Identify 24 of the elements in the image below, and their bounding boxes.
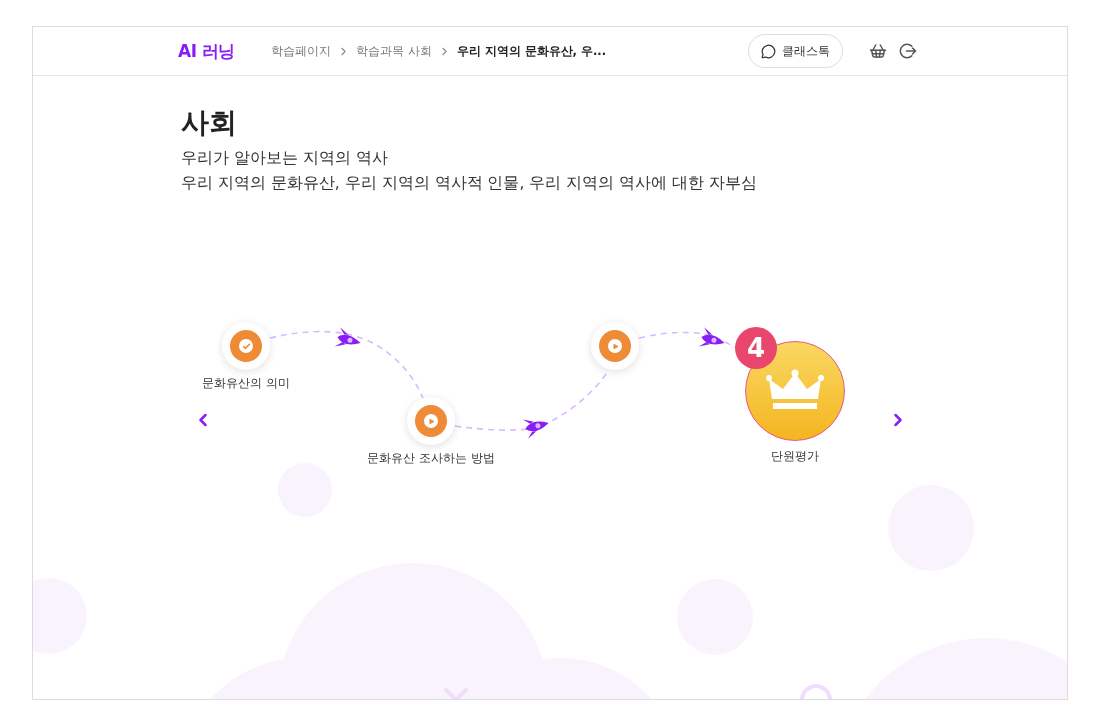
basket-button[interactable]: [869, 42, 887, 60]
play-icon: [424, 414, 438, 428]
class-talk-button[interactable]: 클래스톡: [748, 34, 843, 68]
logo[interactable]: AI 러닝: [178, 39, 235, 63]
rocket-icon: [698, 327, 725, 347]
breadcrumb-link[interactable]: 우리 지역의 문화유산, 우...: [456, 43, 607, 59]
play-icon: [608, 339, 622, 353]
lesson-label: 단원평가: [771, 449, 819, 464]
unit-description: 우리 지역의 문화유산, 우리 지역의 역사적 인물, 우리 지역의 역사에 대한 자부심: [181, 173, 759, 194]
rocket-icon: [522, 419, 549, 439]
step-number-badge: 4: [735, 327, 777, 369]
breadcrumb-link[interactable]: 학습페이지: [270, 43, 331, 59]
chat-bubble-icon: [761, 43, 776, 59]
check-icon: [239, 339, 253, 353]
lesson-node[interactable]: [591, 322, 639, 370]
lesson-label: 문화유산 조사하는 방법: [367, 451, 495, 466]
lesson-label: 문화유산의 의미: [202, 376, 290, 391]
breadcrumb-link[interactable]: 학습과목 사회: [355, 43, 432, 59]
unit-description: 우리가 알아보는 지역의 역사: [181, 148, 389, 169]
rocket-icon: [334, 327, 361, 347]
lesson-node[interactable]: [222, 322, 270, 370]
logout-button[interactable]: [899, 42, 917, 60]
lesson-node[interactable]: [407, 397, 455, 445]
subject-title: 사회: [181, 105, 238, 141]
